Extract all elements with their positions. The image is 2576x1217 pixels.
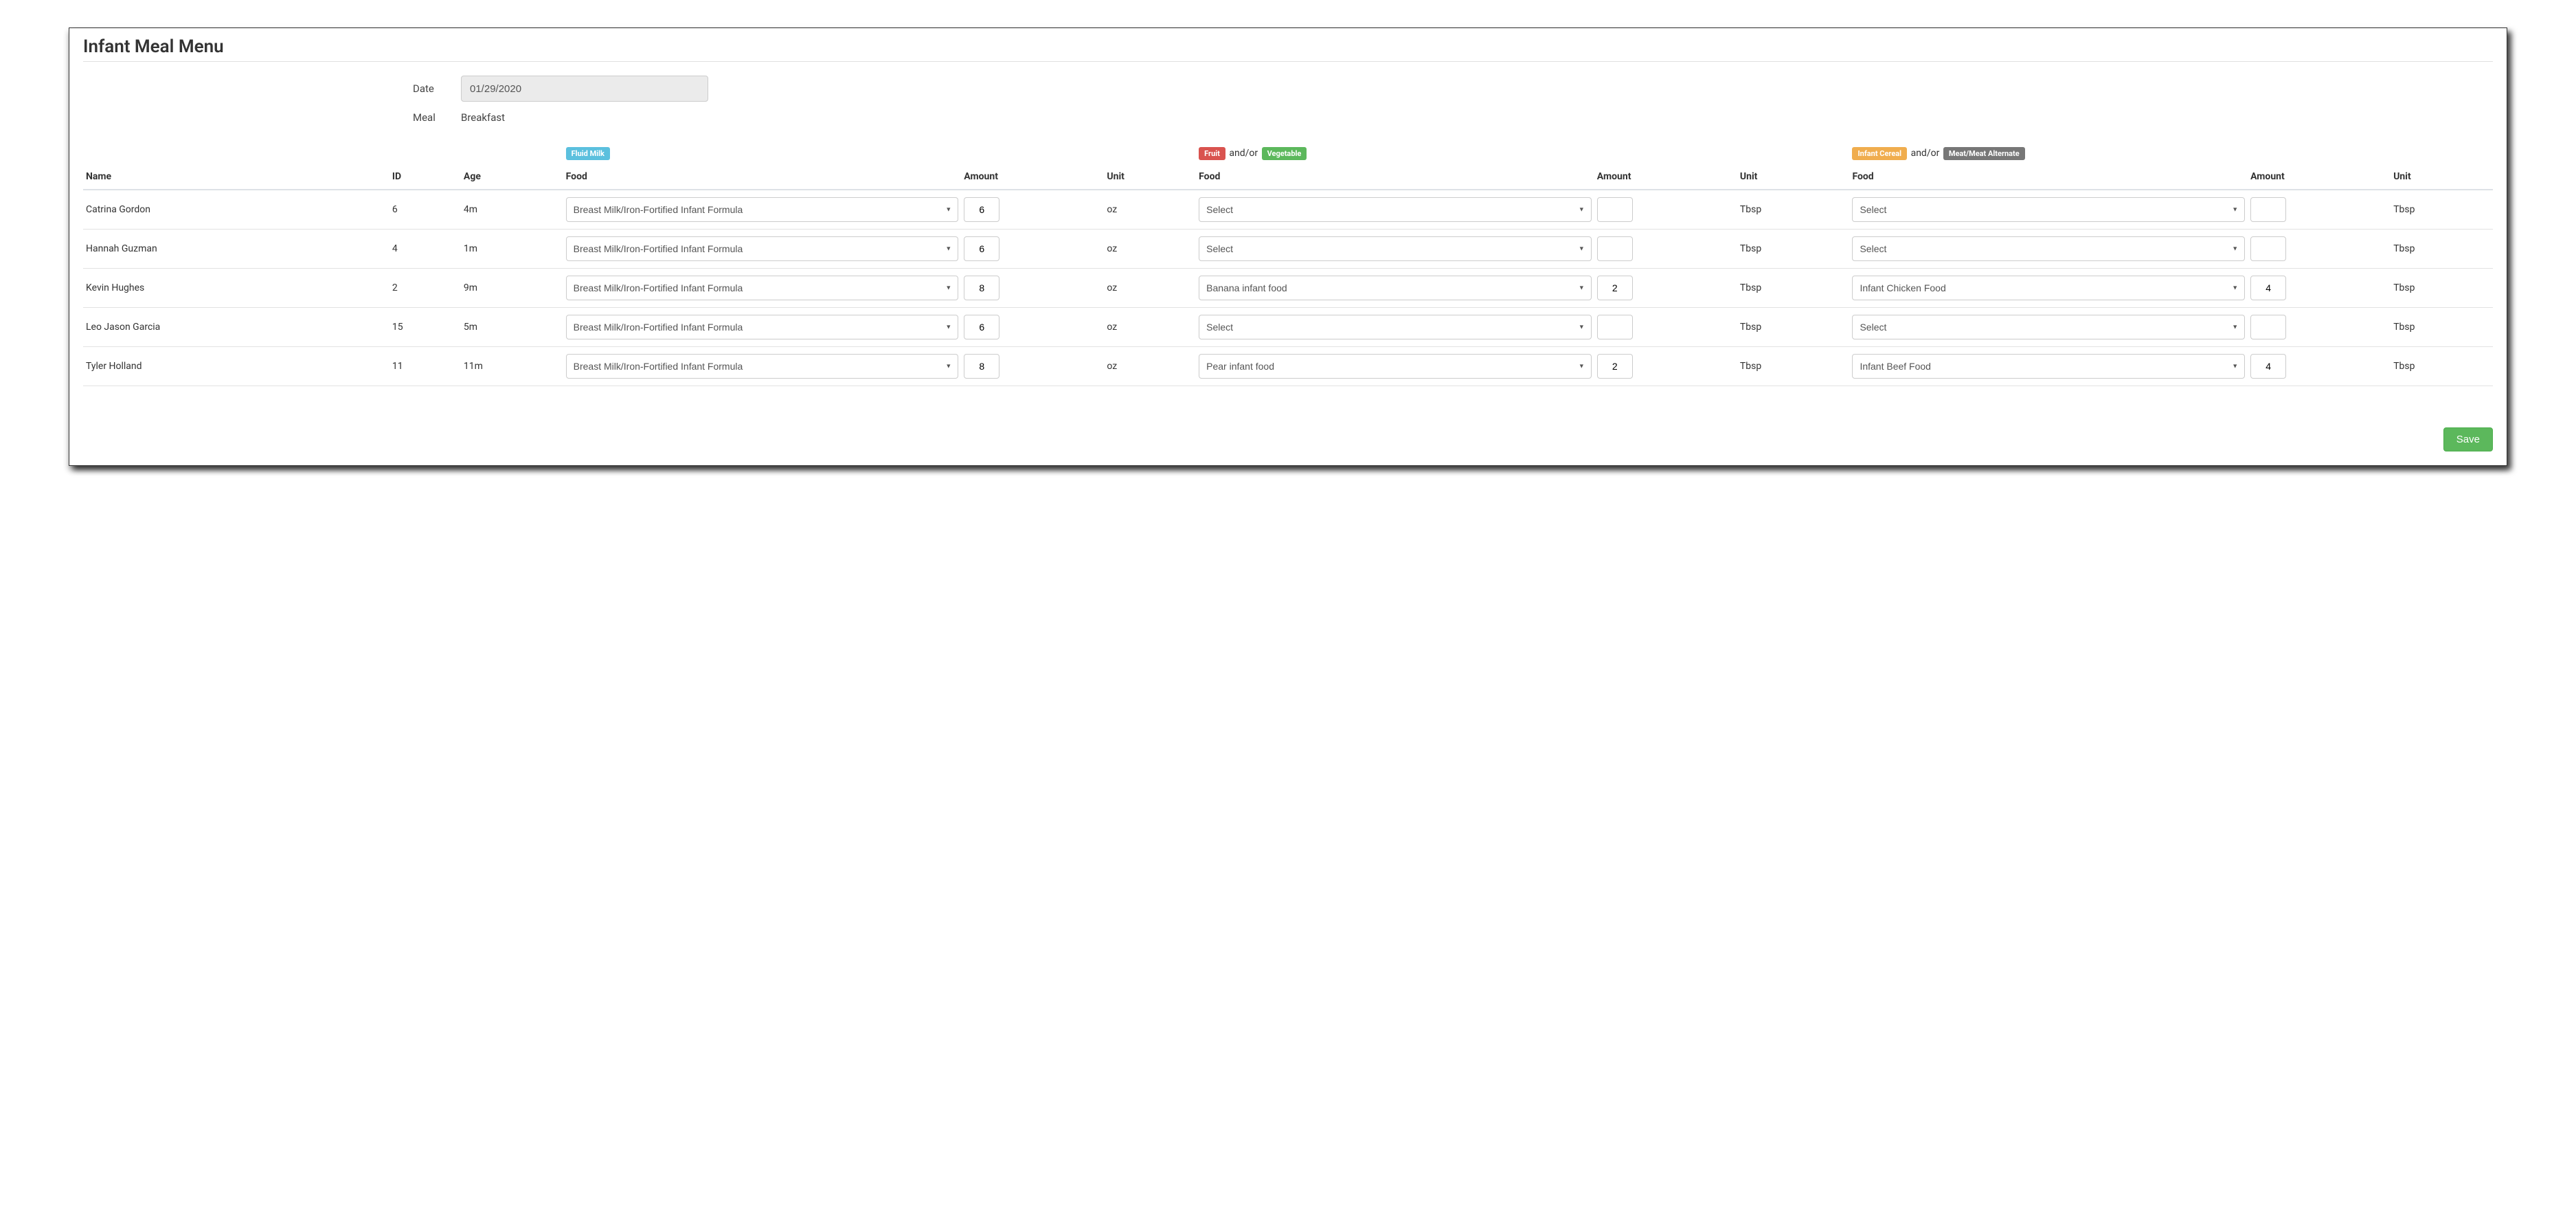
fv-food-select[interactable]: Select	[1199, 236, 1592, 261]
cm-food-select[interactable]: Select	[1852, 197, 2245, 222]
cm-food-select[interactable]: Select	[1852, 236, 2245, 261]
meal-table: Fluid Milk Fruit and/or Vegetable Infant…	[83, 144, 2493, 386]
unit-tbsp: Tbsp	[1737, 190, 1850, 230]
fluid-milk-badge: Fluid Milk	[566, 147, 610, 160]
age-cell: 11m	[461, 347, 563, 386]
col-unit: Unit	[2391, 164, 2493, 190]
fv-food-select[interactable]: Select	[1199, 197, 1592, 222]
divider	[83, 61, 2493, 62]
unit-oz: oz	[1104, 269, 1196, 308]
cm-food-select[interactable]: Infant Chicken Food	[1852, 276, 2245, 300]
col-food: Food	[1196, 164, 1594, 190]
fv-amount-input[interactable]	[1597, 197, 1633, 222]
unit-tbsp: Tbsp	[2391, 347, 2493, 386]
col-id: ID	[389, 164, 461, 190]
fv-food-select[interactable]: Pear infant food	[1199, 354, 1592, 379]
vegetable-badge: Vegetable	[1262, 147, 1307, 160]
milk-food-select[interactable]: Breast Milk/Iron-Fortified Infant Formul…	[566, 276, 959, 300]
unit-tbsp: Tbsp	[1737, 308, 1850, 347]
id-cell: 4	[389, 230, 461, 269]
name-cell: Catrina Gordon	[83, 190, 389, 230]
table-row: Kevin Hughes 2 9m Breast Milk/Iron-Forti…	[83, 269, 2493, 308]
date-label: Date	[83, 82, 461, 95]
cm-food-select[interactable]: Infant Beef Food	[1852, 354, 2245, 379]
table-row: Hannah Guzman 4 1m Breast Milk/Iron-Fort…	[83, 230, 2493, 269]
col-name: Name	[83, 164, 389, 190]
id-cell: 6	[389, 190, 461, 230]
unit-oz: oz	[1104, 190, 1196, 230]
name-cell: Kevin Hughes	[83, 269, 389, 308]
andor-text: and/or	[1911, 148, 1940, 159]
milk-amount-input[interactable]	[964, 315, 999, 339]
meal-label: Meal	[83, 111, 461, 124]
fv-amount-input[interactable]	[1597, 236, 1633, 261]
col-amount: Amount	[2248, 164, 2391, 190]
col-unit: Unit	[1737, 164, 1850, 190]
age-cell: 9m	[461, 269, 563, 308]
fv-amount-input[interactable]	[1597, 276, 1633, 300]
milk-food-select[interactable]: Breast Milk/Iron-Fortified Infant Formul…	[566, 197, 959, 222]
name-cell: Hannah Guzman	[83, 230, 389, 269]
cm-amount-input[interactable]	[2250, 315, 2286, 339]
id-cell: 2	[389, 269, 461, 308]
milk-amount-input[interactable]	[964, 197, 999, 222]
col-unit: Unit	[1104, 164, 1196, 190]
col-food: Food	[563, 164, 962, 190]
id-cell: 15	[389, 308, 461, 347]
unit-tbsp: Tbsp	[1737, 347, 1850, 386]
unit-oz: oz	[1104, 308, 1196, 347]
id-cell: 11	[389, 347, 461, 386]
fv-amount-input[interactable]	[1597, 315, 1633, 339]
meal-menu-panel: Infant Meal Menu Date Meal Breakfast	[69, 27, 2507, 466]
infant-cereal-badge: Infant Cereal	[1852, 147, 1907, 160]
meal-value: Breakfast	[461, 111, 505, 124]
col-age: Age	[461, 164, 563, 190]
table-row: Leo Jason Garcia 15 5m Breast Milk/Iron-…	[83, 308, 2493, 347]
cm-amount-input[interactable]	[2250, 354, 2286, 379]
unit-tbsp: Tbsp	[1737, 230, 1850, 269]
date-input[interactable]	[461, 76, 708, 102]
cm-food-select[interactable]: Select	[1852, 315, 2245, 339]
milk-food-select[interactable]: Breast Milk/Iron-Fortified Infant Formul…	[566, 354, 959, 379]
col-amount: Amount	[1594, 164, 1737, 190]
col-food: Food	[1849, 164, 2248, 190]
age-cell: 1m	[461, 230, 563, 269]
fv-food-select[interactable]: Select	[1199, 315, 1592, 339]
unit-oz: oz	[1104, 347, 1196, 386]
table-row: Catrina Gordon 6 4m Breast Milk/Iron-For…	[83, 190, 2493, 230]
fv-food-select[interactable]: Banana infant food	[1199, 276, 1592, 300]
age-cell: 4m	[461, 190, 563, 230]
unit-oz: oz	[1104, 230, 1196, 269]
cm-amount-input[interactable]	[2250, 197, 2286, 222]
save-button[interactable]: Save	[2443, 427, 2493, 451]
unit-tbsp: Tbsp	[1737, 269, 1850, 308]
cm-amount-input[interactable]	[2250, 276, 2286, 300]
unit-tbsp: Tbsp	[2391, 230, 2493, 269]
fruit-badge: Fruit	[1199, 147, 1225, 160]
meat-alternate-badge: Meat/Meat Alternate	[1943, 147, 2025, 160]
info-block: Date Meal Breakfast	[83, 76, 2493, 124]
col-amount: Amount	[961, 164, 1104, 190]
andor-text: and/or	[1229, 148, 1258, 159]
cm-amount-input[interactable]	[2250, 236, 2286, 261]
milk-food-select[interactable]: Breast Milk/Iron-Fortified Infant Formul…	[566, 236, 959, 261]
table-row: Tyler Holland 11 11m Breast Milk/Iron-Fo…	[83, 347, 2493, 386]
unit-tbsp: Tbsp	[2391, 190, 2493, 230]
milk-amount-input[interactable]	[964, 236, 999, 261]
name-cell: Leo Jason Garcia	[83, 308, 389, 347]
unit-tbsp: Tbsp	[2391, 269, 2493, 308]
fv-amount-input[interactable]	[1597, 354, 1633, 379]
page-title: Infant Meal Menu	[83, 36, 2493, 57]
unit-tbsp: Tbsp	[2391, 308, 2493, 347]
name-cell: Tyler Holland	[83, 347, 389, 386]
milk-food-select[interactable]: Breast Milk/Iron-Fortified Infant Formul…	[566, 315, 959, 339]
milk-amount-input[interactable]	[964, 354, 999, 379]
age-cell: 5m	[461, 308, 563, 347]
milk-amount-input[interactable]	[964, 276, 999, 300]
